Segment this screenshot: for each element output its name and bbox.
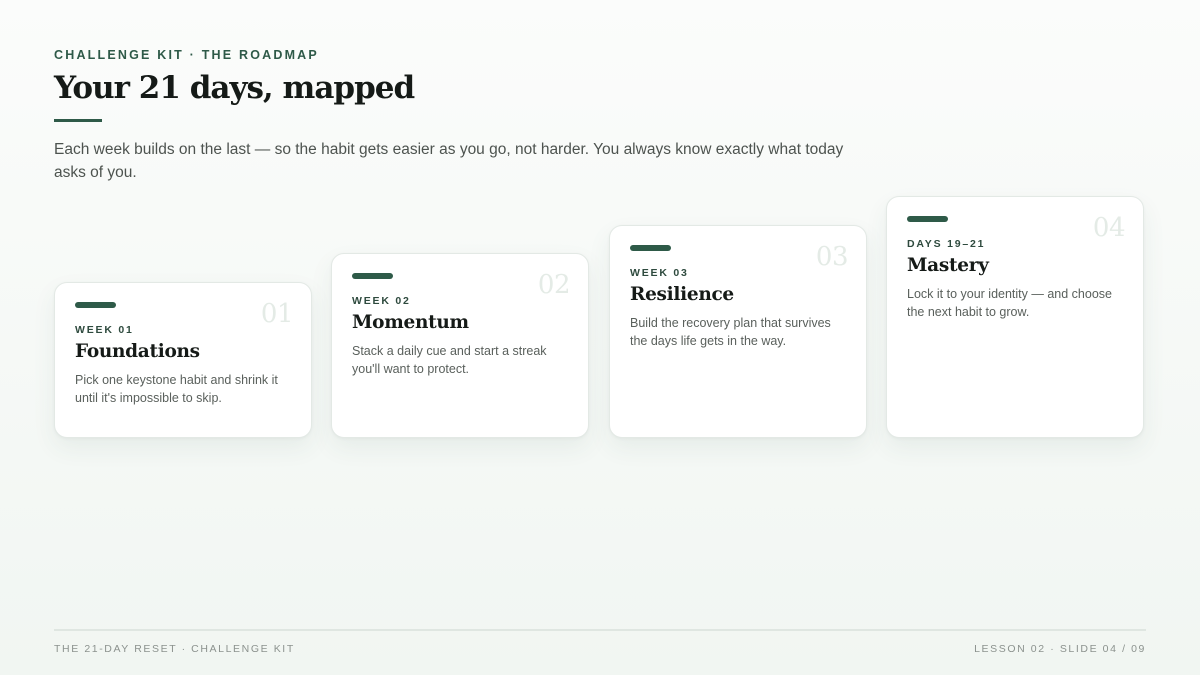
card-number: 04 [1092, 213, 1126, 243]
card-number: 03 [815, 242, 849, 272]
card-title: Momentum [352, 312, 469, 333]
footer-divider [54, 629, 1146, 631]
card-accent-bar [75, 302, 116, 308]
card-label: WEEK 02 [352, 295, 411, 307]
eyebrow-label: CHALLENGE KIT · THE ROADMAP [54, 48, 319, 62]
page-title: Your 21 days, mapped [54, 70, 415, 106]
card-accent-bar [352, 273, 393, 279]
slide: CHALLENGE KIT · THE ROADMAP Your 21 days… [0, 0, 1200, 675]
card-label: DAYS 19–21 [907, 238, 986, 250]
card-accent-bar [630, 245, 671, 251]
roadmap-card-week-02: 02 WEEK 02 Momentum Stack a daily cue an… [331, 253, 589, 438]
card-number: 01 [260, 299, 294, 329]
roadmap-card-week-01: 01 WEEK 01 Foundations Pick one keystone… [54, 282, 312, 438]
card-title: Mastery [907, 255, 989, 276]
card-title: Foundations [75, 341, 200, 362]
footer-course-label: THE 21-DAY RESET · CHALLENGE KIT [54, 643, 295, 655]
card-label: WEEK 03 [630, 267, 689, 279]
card-title: Resilience [630, 284, 734, 305]
card-description: Lock it to your identity — and choose th… [907, 287, 1112, 319]
roadmap-card-week-03: 03 WEEK 03 Resilience Build the recovery… [609, 225, 867, 438]
footer-slide-counter: LESSON 02 · SLIDE 04 / 09 [974, 643, 1146, 655]
card-number: 02 [537, 270, 571, 300]
intro-paragraph: Each week builds on the last — so the ha… [54, 141, 844, 181]
card-description: Pick one keystone habit and shrink it un… [75, 373, 278, 405]
card-accent-bar [907, 216, 948, 222]
roadmap-card-days-19-21: 04 DAYS 19–21 Mastery Lock it to your id… [886, 196, 1144, 438]
card-description: Stack a daily cue and start a streak you… [352, 344, 547, 376]
card-description: Build the recovery plan that survives th… [630, 316, 831, 348]
title-underline [54, 119, 102, 122]
card-label: WEEK 01 [75, 324, 134, 336]
